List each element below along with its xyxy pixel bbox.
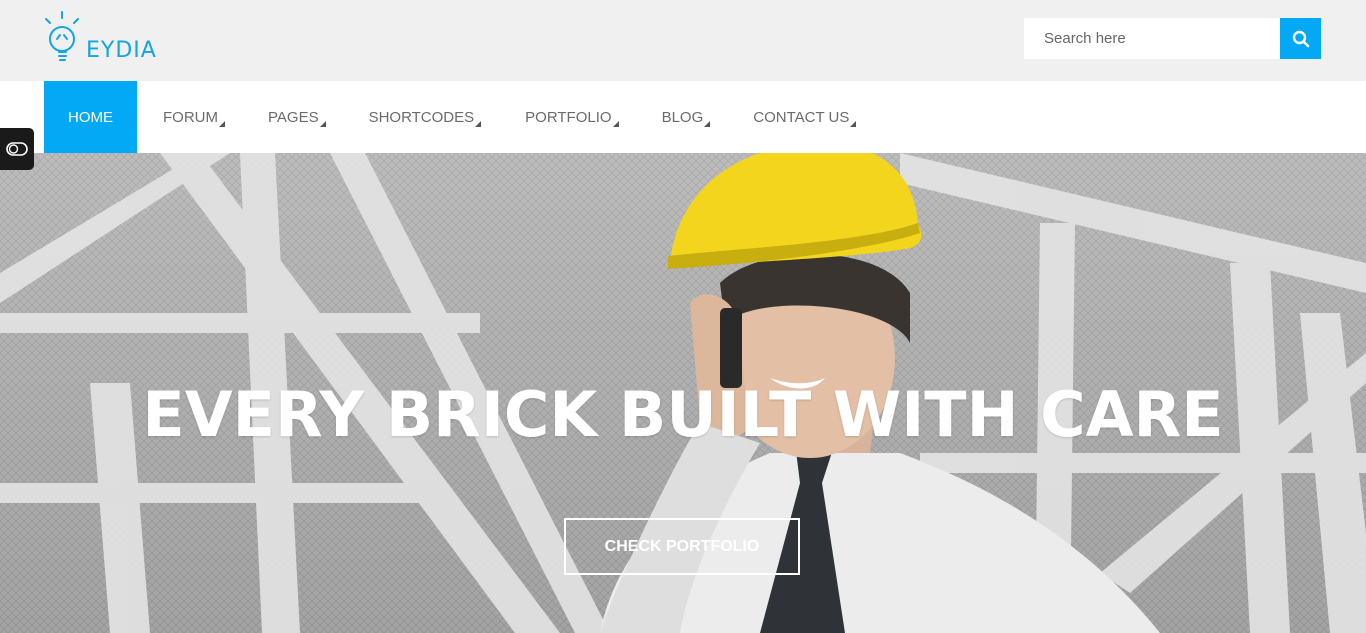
caret-down-icon	[319, 121, 326, 127]
search-input[interactable]	[1024, 18, 1280, 59]
toggle-icon	[6, 142, 28, 156]
nav-item-label: FORUM	[163, 108, 218, 126]
main-navbar: HOME FORUM PAGES SHORTCODES PORTFOLIO BL…	[0, 81, 1366, 153]
nav-item-contact-us[interactable]: CONTACT US	[753, 81, 857, 153]
caret-down-icon	[475, 121, 482, 127]
top-bar: EYDIA	[0, 0, 1366, 81]
nav-item-label: BLOG	[661, 108, 704, 126]
nav-item-portfolio[interactable]: PORTFOLIO	[525, 81, 619, 153]
check-portfolio-button[interactable]: CHECK PORTFOLIO	[564, 518, 800, 575]
nav-item-label: CONTACT US	[753, 108, 850, 126]
search-form	[1024, 18, 1321, 59]
hero-banner: EVERY BRICK BUILT WITH CARE CHECK PORTFO…	[0, 153, 1366, 633]
caret-down-icon	[219, 121, 225, 127]
nav-item-shortcodes[interactable]: SHORTCODES	[368, 81, 482, 153]
caret-down-icon	[704, 121, 711, 127]
nav-item-blog[interactable]: BLOG	[661, 81, 711, 153]
caret-down-icon	[612, 121, 619, 127]
nav-item-pages[interactable]: PAGES	[268, 81, 326, 153]
nav-item-label: PORTFOLIO	[525, 108, 612, 126]
lightbulb-icon	[45, 11, 79, 61]
side-panel-toggle[interactable]	[0, 128, 34, 170]
caret-down-icon	[850, 121, 857, 127]
search-icon	[1292, 30, 1309, 47]
nav-item-label: SHORTCODES	[368, 108, 475, 126]
nav-item-home[interactable]: HOME	[44, 81, 137, 153]
nav-item-label: HOME	[68, 108, 113, 126]
logo[interactable]: EYDIA	[42, 10, 156, 70]
search-button[interactable]	[1280, 18, 1321, 59]
nav-item-label: PAGES	[268, 108, 319, 126]
hero-title: EVERY BRICK BUILT WITH CARE	[142, 378, 1224, 451]
logo-text: EYDIA	[86, 38, 157, 63]
nav-item-forum[interactable]: FORUM	[163, 81, 225, 153]
main-nav: HOME FORUM PAGES SHORTCODES PORTFOLIO BL…	[44, 81, 857, 153]
